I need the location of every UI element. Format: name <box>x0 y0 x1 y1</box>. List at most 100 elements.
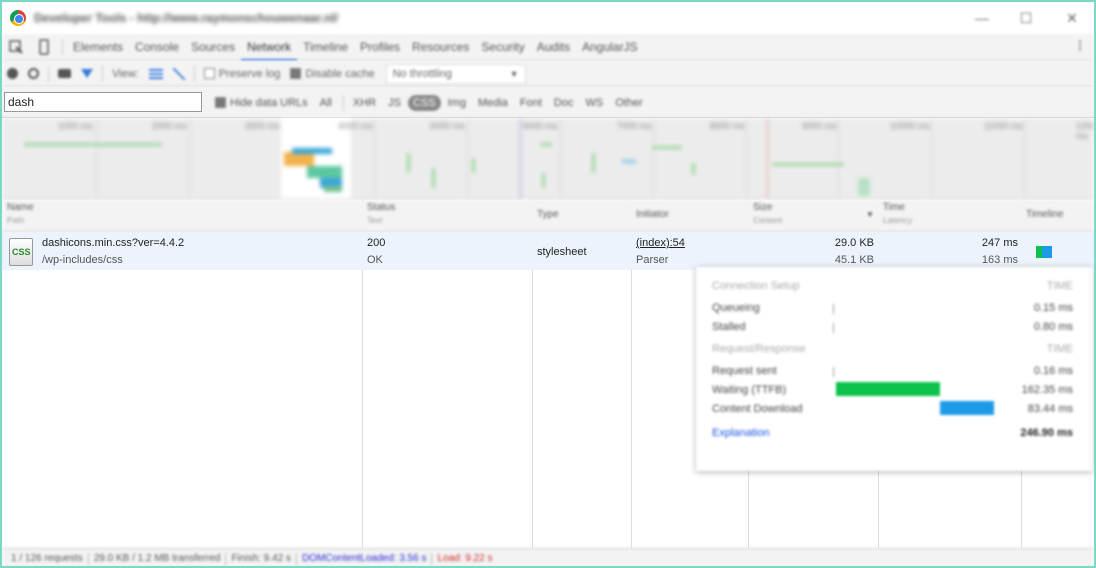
tab-network[interactable]: Network <box>241 34 298 61</box>
column-header-size[interactable]: Size Content <box>753 202 782 226</box>
filter-font[interactable]: Font <box>515 95 547 111</box>
column-header-type[interactable]: Type <box>537 209 559 221</box>
overview-gridline <box>746 118 747 199</box>
request-name[interactable]: dashicons.min.css?ver=4.4.2 <box>42 237 184 249</box>
column-title: Name <box>7 202 34 213</box>
inspect-element-icon[interactable] <box>2 34 30 61</box>
stalled-value: 0.80 ms <box>1033 321 1073 333</box>
close-button[interactable]: ✕ <box>1060 8 1084 28</box>
filter-js[interactable]: JS <box>383 95 406 111</box>
finish-time: Finish: 9.42 s <box>231 553 291 564</box>
tab-resources[interactable]: Resources <box>406 34 475 61</box>
filter-xhr[interactable]: XHR <box>348 95 381 111</box>
queueing-label: Queueing <box>712 302 760 314</box>
time-heading: TIME <box>1046 343 1073 355</box>
throttling-select[interactable]: No throttling ▼ <box>385 63 526 84</box>
overview-request-bar <box>24 143 162 146</box>
record-icon <box>7 68 18 79</box>
hide-data-urls-checkbox[interactable]: Hide data URLs <box>210 95 313 111</box>
disable-cache-checkbox[interactable]: Disable cache <box>285 61 379 87</box>
initiator-link[interactable]: (index):54 <box>636 237 685 249</box>
tab-audits[interactable]: Audits <box>531 34 576 61</box>
capture-screenshots-button[interactable] <box>53 61 76 87</box>
waiting-ttfb-label: Waiting (TTFB) <box>712 384 787 396</box>
overview-button[interactable] <box>168 61 190 87</box>
overview-tick-label: 10000 ms <box>890 121 930 131</box>
resource-type: stylesheet <box>537 246 587 258</box>
divider <box>295 552 297 565</box>
column-header-status[interactable]: Status Text <box>367 202 395 226</box>
status-text: OK <box>367 254 383 266</box>
filter-img[interactable]: Img <box>443 95 471 111</box>
table-header: Name Path Status Text Type Initiator Size C… <box>2 200 1094 232</box>
css-file-icon: CSS <box>9 238 33 266</box>
maximize-button[interactable]: ☐ <box>1014 8 1038 28</box>
column-title: Type <box>537 209 559 220</box>
column-header-initiator[interactable]: Initiator <box>636 209 669 221</box>
tab-console[interactable]: Console <box>129 34 185 61</box>
column-header-timeline[interactable]: Timeline <box>1026 209 1063 221</box>
tab-security[interactable]: Security <box>475 34 530 61</box>
divider <box>62 39 63 55</box>
filter-css[interactable]: CSS <box>407 94 441 111</box>
divider <box>102 65 103 82</box>
overview-request-bar <box>432 168 435 188</box>
preserve-log-checkbox[interactable]: Preserve log <box>199 61 286 87</box>
request-sent-bar <box>833 367 834 377</box>
throttling-value: No throttling <box>392 67 452 80</box>
tab-profiles[interactable]: Profiles <box>354 34 406 61</box>
network-overview[interactable]: 1000 ms 2000 ms 3000 ms 4000 ms 5000 ms … <box>2 118 1094 200</box>
dom-content-loaded-marker <box>520 118 521 199</box>
connection-setup-heading: Connection Setup <box>712 280 800 292</box>
panel-tab-bar: Elements Console Sources Network Timelin… <box>2 34 1094 61</box>
overview-request-bar <box>307 166 342 178</box>
overview-request-bar <box>407 153 410 173</box>
overview-gridline <box>374 118 375 199</box>
hide-data-urls-label: Hide data URLs <box>230 96 308 109</box>
overview-gridline <box>560 118 561 199</box>
filter-button[interactable] <box>76 61 98 87</box>
filter-other[interactable]: Other <box>610 95 648 111</box>
record-button[interactable] <box>2 61 23 87</box>
tab-timeline[interactable]: Timeline <box>297 34 354 61</box>
waterfall-bar[interactable] <box>1036 246 1052 258</box>
overview-gridline <box>1024 118 1025 199</box>
overview-request-bar <box>858 178 870 196</box>
overview-request-bar <box>622 160 636 163</box>
more-options-icon[interactable]: ⋮ <box>1074 38 1086 56</box>
column-title: Time <box>883 202 905 213</box>
transfer-size: 29.0 KB <box>834 237 874 249</box>
tab-elements[interactable]: Elements <box>67 34 129 61</box>
table-row[interactable]: CSS dashicons.min.css?ver=4.4.2 /wp-incl… <box>2 232 1094 270</box>
explanation-link[interactable]: Explanation <box>712 427 770 439</box>
minimize-button[interactable]: — <box>970 8 994 28</box>
filter-all[interactable]: All <box>315 95 337 111</box>
large-rows-button[interactable] <box>144 61 168 87</box>
overview-request-bar <box>472 158 475 173</box>
disable-cache-label: Disable cache <box>305 67 375 80</box>
window-title: Developer Tools - http://www.raymonschou… <box>34 11 339 25</box>
overview-gridline <box>189 118 190 199</box>
column-header-name[interactable]: Name Path <box>7 202 34 226</box>
filter-doc[interactable]: Doc <box>549 95 579 111</box>
request-sent-value: 0.16 ms <box>1033 365 1073 377</box>
filter-media[interactable]: Media <box>473 95 513 111</box>
stalled-bar <box>833 323 834 333</box>
filter-ws[interactable]: WS <box>580 95 608 111</box>
clear-button[interactable] <box>23 61 44 87</box>
overview-tick-label: 8000 ms <box>710 121 745 131</box>
device-mode-icon[interactable] <box>30 34 58 61</box>
divider <box>48 65 49 82</box>
tab-sources[interactable]: Sources <box>185 34 241 61</box>
column-header-time[interactable]: Time Latency <box>883 202 912 226</box>
overview-gridline <box>96 118 97 199</box>
column-title: Initiator <box>636 209 669 220</box>
tab-angularjs[interactable]: AngularJS <box>576 34 643 61</box>
queueing-bar <box>833 304 834 314</box>
overview-request-bar <box>772 163 844 166</box>
filter-input[interactable] <box>4 92 202 112</box>
overview-tick-label: 3000 ms <box>245 121 280 131</box>
content-download-value: 83.44 ms <box>1027 403 1073 415</box>
divider <box>342 94 344 111</box>
devtools-window: Developer Tools - http://www.raymonschou… <box>0 0 1096 568</box>
